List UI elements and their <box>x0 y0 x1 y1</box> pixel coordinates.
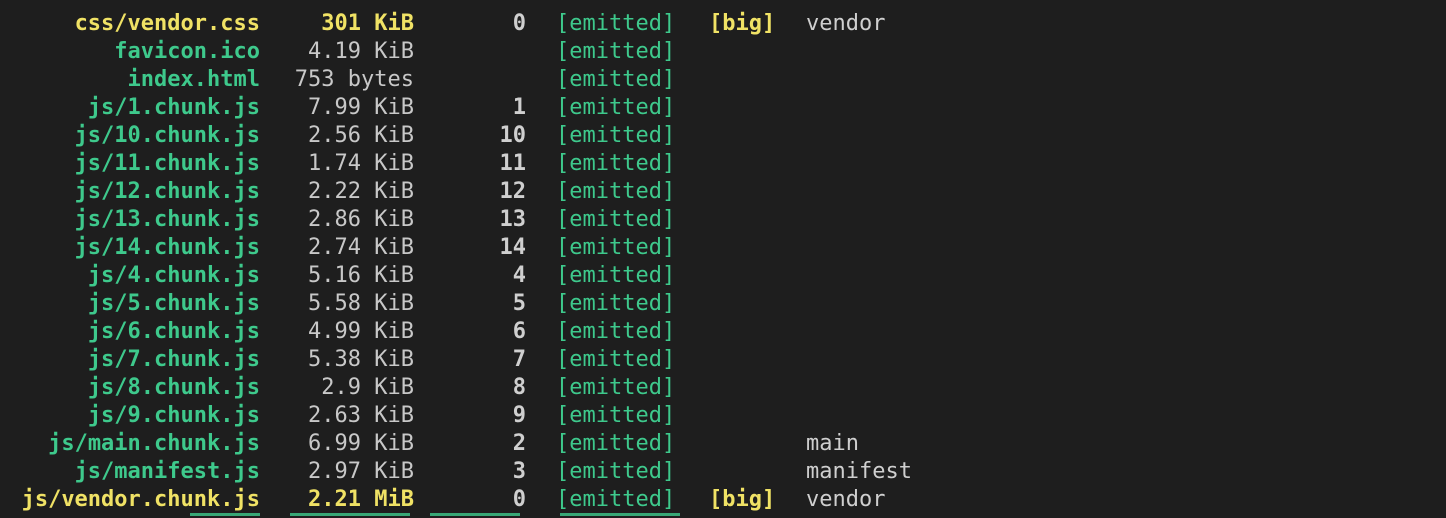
chunk-names: main <box>806 431 859 456</box>
next-line-cutoff <box>0 513 1446 518</box>
emitted-status: [emitted] <box>556 487 676 512</box>
output-row: js/4.chunk.js 5.16 KiB 4 [emitted] <box>0 262 1446 290</box>
big-flag: [big] <box>709 487 776 512</box>
chunk-ids: 13 <box>499 207 527 232</box>
asset-name: css/vendor.css <box>74 11 260 36</box>
asset-name: js/1.chunk.js <box>87 95 260 120</box>
chunk-names: vendor <box>806 487 886 512</box>
emitted-status: [emitted] <box>556 11 676 36</box>
output-row: js/11.chunk.js 1.74 KiB 11 [emitted] <box>0 150 1446 178</box>
output-row: js/7.chunk.js 5.38 KiB 7 [emitted] <box>0 346 1446 374</box>
chunk-ids: 0 <box>512 11 526 36</box>
chunk-ids: 10 <box>499 123 527 148</box>
asset-name: js/9.chunk.js <box>87 403 260 428</box>
asset-size: 2.21 MiB <box>308 487 414 512</box>
chunk-ids: 7 <box>512 347 526 372</box>
chunk-ids: 3 <box>512 459 526 484</box>
asset-name: js/10.chunk.js <box>74 123 260 148</box>
asset-name: js/12.chunk.js <box>74 179 260 204</box>
chunk-ids: 9 <box>512 403 526 428</box>
emitted-status: [emitted] <box>556 151 676 176</box>
emitted-status: [emitted] <box>556 95 676 120</box>
asset-size: 2.9 KiB <box>321 375 414 400</box>
chunk-ids: 11 <box>499 151 527 176</box>
emitted-status: [emitted] <box>556 403 676 428</box>
asset-name: js/4.chunk.js <box>87 263 260 288</box>
output-row: js/manifest.js 2.97 KiB 3 [emitted] manifest <box>0 458 1446 486</box>
asset-size: 7.99 KiB <box>308 95 414 120</box>
asset-size: 2.63 KiB <box>308 403 414 428</box>
emitted-status: [emitted] <box>556 459 676 484</box>
chunk-names: manifest <box>806 459 912 484</box>
output-row: js/12.chunk.js 2.22 KiB 12 [emitted] <box>0 178 1446 206</box>
emitted-status: [emitted] <box>556 67 676 92</box>
output-row: js/main.chunk.js 6.99 KiB 2 [emitted] main <box>0 430 1446 458</box>
asset-name: js/5.chunk.js <box>87 291 260 316</box>
asset-name: js/8.chunk.js <box>87 375 260 400</box>
chunk-ids: 12 <box>499 179 527 204</box>
asset-name: js/13.chunk.js <box>74 207 260 232</box>
emitted-status: [emitted] <box>556 431 676 456</box>
output-row: js/10.chunk.js 2.56 KiB 10 [emitted] <box>0 122 1446 150</box>
asset-size: 5.16 KiB <box>308 263 414 288</box>
terminal-output: css/vendor.css 301 KiB 0 [emitted] [big] vend… <box>0 0 1446 518</box>
chunk-ids: 2 <box>512 431 526 456</box>
emitted-status: [emitted] <box>556 291 676 316</box>
output-row: js/13.chunk.js 2.86 KiB 13 [emitted] <box>0 206 1446 234</box>
asset-size: 2.97 KiB <box>308 459 414 484</box>
asset-name: js/manifest.js <box>74 459 260 484</box>
asset-size: 6.99 KiB <box>308 431 414 456</box>
asset-name: js/vendor.chunk.js <box>21 487 260 512</box>
chunk-ids: 8 <box>512 375 526 400</box>
asset-name: favicon.ico <box>114 39 260 64</box>
big-flag: [big] <box>709 11 776 36</box>
emitted-status: [emitted] <box>556 263 676 288</box>
asset-size: 2.86 KiB <box>308 207 414 232</box>
chunk-names: vendor <box>806 11 886 36</box>
output-row: js/9.chunk.js 2.63 KiB 9 [emitted] <box>0 402 1446 430</box>
emitted-status: [emitted] <box>556 207 676 232</box>
asset-size: 301 KiB <box>321 11 414 36</box>
asset-size: 2.56 KiB <box>308 123 414 148</box>
asset-name: js/7.chunk.js <box>87 347 260 372</box>
emitted-status: [emitted] <box>556 123 676 148</box>
asset-name: js/14.chunk.js <box>74 235 260 260</box>
emitted-status: [emitted] <box>556 347 676 372</box>
output-row: js/8.chunk.js 2.9 KiB 8 [emitted] <box>0 374 1446 402</box>
chunk-ids: 6 <box>512 319 526 344</box>
emitted-status: [emitted] <box>556 235 676 260</box>
output-row: js/6.chunk.js 4.99 KiB 6 [emitted] <box>0 318 1446 346</box>
output-row: js/1.chunk.js 7.99 KiB 1 [emitted] <box>0 94 1446 122</box>
asset-size: 4.19 KiB <box>308 39 414 64</box>
output-row: js/14.chunk.js 2.74 KiB 14 [emitted] <box>0 234 1446 262</box>
asset-name: js/6.chunk.js <box>87 319 260 344</box>
emitted-status: [emitted] <box>556 375 676 400</box>
output-row: favicon.ico 4.19 KiB [emitted] <box>0 38 1446 66</box>
output-row: index.html 753 bytes [emitted] <box>0 66 1446 94</box>
asset-name: js/main.chunk.js <box>48 431 260 456</box>
output-row: css/vendor.css 301 KiB 0 [emitted] [big] vend… <box>0 10 1446 38</box>
output-row: js/5.chunk.js 5.58 KiB 5 [emitted] <box>0 290 1446 318</box>
emitted-status: [emitted] <box>556 39 676 64</box>
asset-size: 753 bytes <box>294 67 414 92</box>
asset-size: 5.58 KiB <box>308 291 414 316</box>
emitted-status: [emitted] <box>556 179 676 204</box>
chunk-ids: 0 <box>512 487 526 512</box>
asset-size: 4.99 KiB <box>308 319 414 344</box>
asset-size: 1.74 KiB <box>308 151 414 176</box>
asset-size: 2.22 KiB <box>308 179 414 204</box>
emitted-status: [emitted] <box>556 319 676 344</box>
chunk-ids: 14 <box>499 235 527 260</box>
output-row: js/vendor.chunk.js 2.21 MiB 0 [emitted] [big… <box>0 486 1446 514</box>
asset-size: 5.38 KiB <box>308 347 414 372</box>
asset-name: index.html <box>127 67 260 92</box>
asset-name: js/11.chunk.js <box>74 151 260 176</box>
asset-size: 2.74 KiB <box>308 235 414 260</box>
chunk-ids: 4 <box>512 263 526 288</box>
chunk-ids: 1 <box>512 95 526 120</box>
chunk-ids: 5 <box>512 291 526 316</box>
